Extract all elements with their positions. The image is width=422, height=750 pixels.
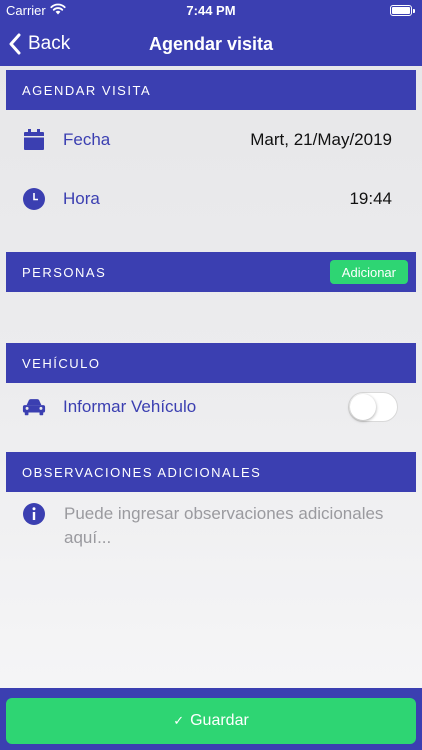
hora-label: Hora — [63, 189, 100, 208]
status-bar: Carrier 7:44 PM — [0, 0, 422, 22]
footer-bar: ✓ Guardar — [0, 688, 422, 750]
clock-icon — [22, 187, 46, 211]
section-observaciones: OBSERVACIONES ADICIONALES — [6, 452, 416, 492]
check-icon: ✓ — [173, 713, 185, 728]
fecha-row[interactable]: Fecha Mart, 21/May/2019 — [6, 120, 416, 160]
section-vehiculo: VEHÍCULO — [6, 343, 416, 383]
section-personas: PERSONAS Adicionar — [6, 252, 416, 292]
info-icon — [22, 502, 46, 526]
section-agendar-visita: AGENDAR VISITA — [6, 70, 416, 110]
status-time: 7:44 PM — [186, 3, 236, 18]
save-label: Guardar — [190, 712, 249, 729]
save-button[interactable]: ✓ Guardar — [6, 698, 416, 744]
car-icon — [22, 395, 46, 419]
hora-value: 19:44 — [349, 189, 392, 208]
hora-row[interactable]: Hora 19:44 — [6, 179, 416, 219]
observaciones-placeholder: Puede ingresar observaciones adicionales… — [64, 504, 384, 547]
battery-icon — [390, 5, 415, 16]
page-title: Agendar visita — [148, 34, 274, 54]
fecha-label: Fecha — [63, 130, 111, 149]
vehiculo-label: Informar Vehículo — [63, 397, 197, 416]
personas-title: PERSONAS — [22, 264, 107, 280]
calendar-icon — [22, 128, 46, 152]
toggle-knob — [350, 394, 376, 420]
vehiculo-toggle[interactable] — [348, 392, 398, 422]
vehiculo-row: Informar Vehículo — [6, 386, 416, 428]
fecha-value: Mart, 21/May/2019 — [250, 130, 392, 149]
add-persona-button[interactable]: Adicionar — [329, 260, 408, 284]
observaciones-field[interactable]: Puede ingresar observaciones adicionales… — [22, 502, 407, 550]
nav-bar: Back Agendar visita — [0, 22, 422, 66]
